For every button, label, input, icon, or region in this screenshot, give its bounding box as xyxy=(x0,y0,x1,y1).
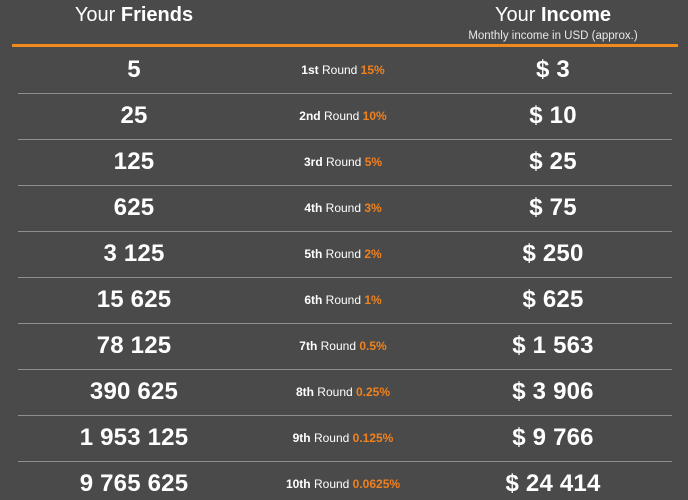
round-word: Round xyxy=(322,293,365,307)
round-percent: 5% xyxy=(364,155,383,169)
friends-header-lead: Your xyxy=(74,4,121,26)
round-word: Round xyxy=(320,109,363,123)
round-percent: 0.5% xyxy=(359,339,387,353)
cell-round-label: 7th Round 0.5% xyxy=(268,339,418,353)
referral-earnings-table: Your Friends Your Income Monthly income … xyxy=(0,0,688,500)
income-header-title: Your Income xyxy=(418,3,688,28)
column-header-income: Your Income Monthly income in USD (appro… xyxy=(418,3,688,43)
round-percent: 0.125% xyxy=(352,431,394,445)
round-ordinal: 2nd xyxy=(299,109,321,123)
round-ordinal: 8th xyxy=(295,385,314,399)
cell-round-label: 2nd Round 10% xyxy=(268,109,418,123)
cell-friends-count: 9 765 625 xyxy=(79,470,189,497)
round-word: Round xyxy=(322,247,365,261)
cell-income-amount: $ 10 xyxy=(529,102,577,129)
table-row: 25 2nd Round 10% $ 10 xyxy=(0,93,688,139)
round-percent: 1% xyxy=(364,293,382,307)
round-ordinal: 1st xyxy=(301,63,319,77)
round-ordinal: 6th xyxy=(304,293,323,307)
table-row: 125 3rd Round 5% $ 25 xyxy=(0,139,688,185)
table-header: Your Friends Your Income Monthly income … xyxy=(0,0,688,44)
cell-friends-count: 1 953 125 xyxy=(79,424,189,451)
cell-income-amount: $ 1 563 xyxy=(512,332,594,359)
round-ordinal: 3rd xyxy=(303,155,323,169)
round-word: Round xyxy=(322,155,365,169)
cell-income-amount: $ 3 xyxy=(536,56,570,83)
friends-header-strong: Friends xyxy=(120,4,194,26)
table-body: 5 1st Round 15% $ 3 25 2nd Round 10% $ 10 125 3… xyxy=(0,47,688,500)
table-row: 9 765 625 10th Round 0.0625% $ 24 414 xyxy=(0,461,688,500)
table-row: 390 625 8th Round 0.25% $ 3 906 xyxy=(0,369,688,415)
cell-round-label: 4th Round 3% xyxy=(268,201,418,215)
round-ordinal: 4th xyxy=(304,201,323,215)
table-row: 1 953 125 9th Round 0.125% $ 9 766 xyxy=(0,415,688,461)
cell-income-amount: $ 250 xyxy=(522,240,584,267)
round-ordinal: 10th xyxy=(285,477,311,491)
round-percent: 0.0625% xyxy=(352,477,401,491)
round-ordinal: 5th xyxy=(304,247,323,261)
round-word: Round xyxy=(310,431,353,445)
cell-round-label: 9th Round 0.125% xyxy=(268,431,418,445)
table-row: 3 125 5th Round 2% $ 250 xyxy=(0,231,688,277)
round-word: Round xyxy=(317,339,360,353)
cell-friends-count: 25 xyxy=(120,102,148,129)
cell-round-label: 8th Round 0.25% xyxy=(268,385,418,399)
round-word: Round xyxy=(310,477,353,491)
table-row: 78 125 7th Round 0.5% $ 1 563 xyxy=(0,323,688,369)
cell-friends-count: 125 xyxy=(113,148,155,175)
cell-income-amount: $ 9 766 xyxy=(512,424,594,451)
income-header-strong: Income xyxy=(540,4,611,26)
column-header-friends: Your Friends xyxy=(0,3,268,28)
round-percent: 3% xyxy=(364,201,382,215)
table-row: 5 1st Round 15% $ 3 xyxy=(0,47,688,93)
cell-friends-count: 3 125 xyxy=(103,240,165,267)
round-percent: 15% xyxy=(360,63,385,77)
cell-income-amount: $ 25 xyxy=(529,148,577,175)
cell-friends-count: 625 xyxy=(113,194,155,221)
round-word: Round xyxy=(322,201,365,215)
cell-income-amount: $ 24 414 xyxy=(505,470,601,497)
round-ordinal: 7th xyxy=(299,339,318,353)
cell-income-amount: $ 3 906 xyxy=(512,378,594,405)
income-header-subtitle: Monthly income in USD (approx.) xyxy=(468,30,638,42)
cell-income-amount: $ 625 xyxy=(522,286,584,313)
cell-round-label: 3rd Round 5% xyxy=(268,155,418,169)
cell-income-amount: $ 75 xyxy=(529,194,577,221)
income-header-lead: Your xyxy=(495,4,541,26)
round-word: Round xyxy=(318,63,361,77)
round-percent: 2% xyxy=(364,247,382,261)
cell-round-label: 6th Round 1% xyxy=(268,293,418,307)
cell-friends-count: 390 625 xyxy=(89,378,179,405)
round-percent: 10% xyxy=(362,109,387,123)
cell-friends-count: 15 625 xyxy=(96,286,172,313)
table-row: 15 625 6th Round 1% $ 625 xyxy=(0,277,688,323)
cell-friends-count: 78 125 xyxy=(96,332,172,359)
round-ordinal: 9th xyxy=(292,431,311,445)
friends-header-title: Your Friends xyxy=(0,3,268,28)
cell-round-label: 10th Round 0.0625% xyxy=(268,477,418,491)
cell-round-label: 1st Round 15% xyxy=(268,63,418,77)
table-row: 625 4th Round 3% $ 75 xyxy=(0,185,688,231)
cell-round-label: 5th Round 2% xyxy=(268,247,418,261)
round-word: Round xyxy=(313,385,356,399)
cell-friends-count: 5 xyxy=(127,56,141,83)
round-percent: 0.25% xyxy=(356,385,391,399)
